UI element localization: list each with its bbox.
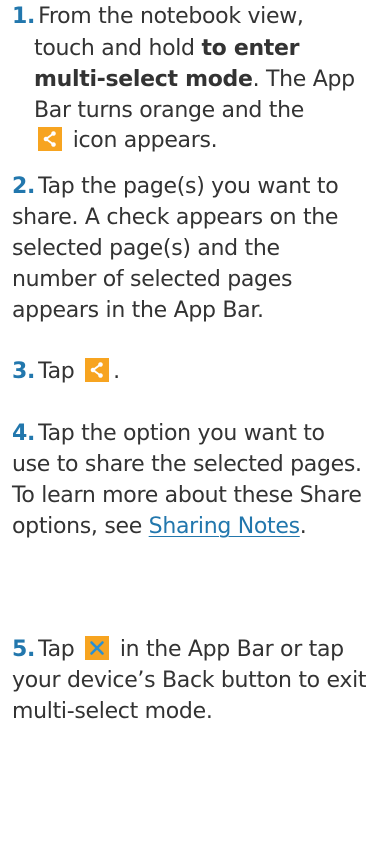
step-text-end: . [299, 514, 307, 539]
step-number: 4. [12, 421, 36, 446]
step-number: 5. [12, 637, 36, 662]
close-icon [85, 636, 110, 660]
sharing-notes-link[interactable]: Sharing Notes [149, 514, 300, 539]
step-number: 3. [12, 359, 36, 384]
step-text: Tap the page(s) you want to share. A che… [12, 174, 339, 323]
step-text-end: . [113, 359, 120, 384]
step-number: 1. [12, 4, 36, 29]
step-text-end: icon appears. [72, 128, 218, 153]
step-text: Tap [38, 637, 75, 662]
share-icon [38, 127, 62, 151]
share-icon [85, 358, 110, 382]
step-number: 2. [12, 174, 36, 199]
step-text-touch: touch and hold [34, 36, 195, 61]
step-text: Tap [38, 359, 75, 384]
step-text: From the notebook view, [38, 4, 304, 29]
